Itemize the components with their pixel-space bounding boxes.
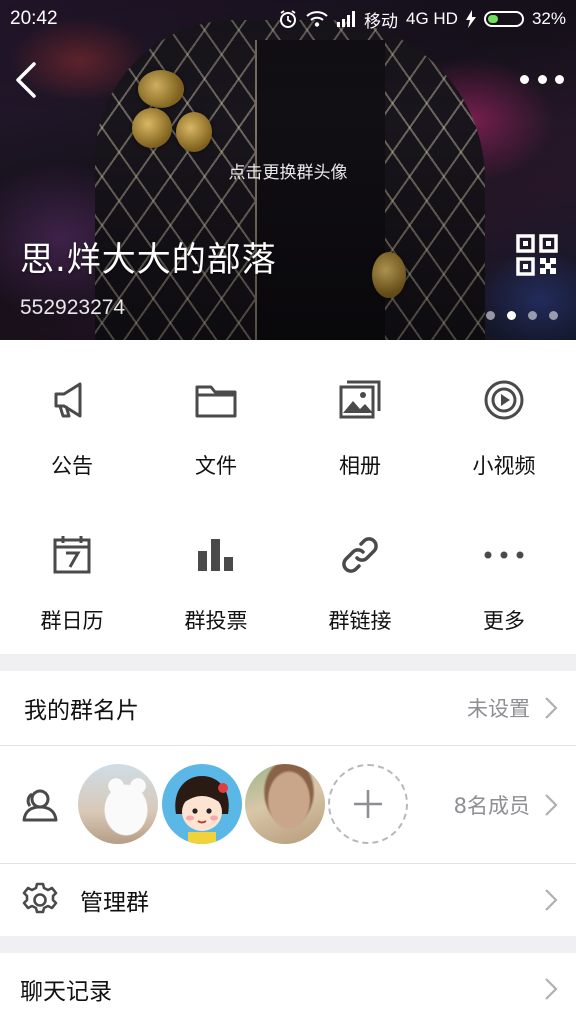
feature-label: 群日历 [40, 609, 104, 633]
cartoon-girl-avatar [175, 776, 229, 844]
battery-icon [483, 11, 524, 27]
wifi-icon [306, 11, 328, 27]
feature-more[interactable]: 更多 [432, 497, 576, 654]
short-video-icon [484, 380, 524, 420]
chevron-right-icon [545, 977, 558, 1000]
more-dots-icon [484, 551, 524, 559]
feature-label: 公告 [51, 454, 93, 478]
chat-history-row[interactable]: 聊天记录 [0, 953, 576, 1024]
back-icon[interactable] [10, 60, 44, 100]
my-group-card-value: 未设置 [467, 697, 530, 721]
members-count: 8名成员 [453, 793, 530, 818]
feature-label: 相册 [339, 454, 381, 478]
my-group-card-label: 我的群名片 [24, 698, 139, 724]
group-id: 552923274 [20, 296, 126, 319]
feature-label: 小视频 [472, 454, 536, 478]
add-member-button[interactable] [328, 764, 408, 844]
page-dot [528, 311, 537, 320]
plus-icon [354, 790, 382, 818]
manage-group-row[interactable]: 管理群 [0, 864, 576, 936]
calendar-icon [53, 536, 91, 574]
gear-icon [22, 882, 58, 914]
members-icon [22, 789, 58, 821]
feature-label: 群链接 [328, 609, 392, 633]
more-icon[interactable] [520, 66, 564, 92]
announcement-icon [54, 382, 82, 418]
status-indicators: 移动 4G HD 32% [278, 7, 566, 32]
feature-short-video[interactable]: 小视频 [432, 340, 576, 497]
group-cover[interactable]: 20:42 移动 4G HD 32% 点击更换群头像 思.烊大大的部落 5529… [0, 0, 576, 340]
battery-percent: 32% [531, 9, 566, 28]
feature-calendar[interactable]: 群日历 [0, 497, 144, 654]
feature-grid: 公告 文件 相册 小视频 群日历 群投票 群链接 更多 [0, 340, 576, 654]
feature-vote[interactable]: 群投票 [144, 497, 288, 654]
manage-group-label: 管理群 [80, 890, 149, 916]
feature-announcement[interactable]: 公告 [0, 340, 144, 497]
member-avatar[interactable] [245, 764, 325, 844]
member-avatar[interactable] [162, 764, 242, 844]
feature-files[interactable]: 文件 [144, 340, 288, 497]
my-group-card-row[interactable]: 我的群名片 未设置 [0, 671, 576, 745]
vote-icon [198, 539, 233, 571]
network-label: 4G HD [406, 9, 458, 28]
status-bar: 20:42 移动 4G HD 32% [0, 0, 576, 38]
chevron-right-icon [545, 889, 558, 911]
carrier-label: 移动 [364, 11, 398, 31]
feature-link[interactable]: 群链接 [288, 497, 432, 654]
album-icon [339, 380, 381, 419]
chat-history-label: 聊天记录 [20, 978, 112, 1005]
cover-page-dots [486, 311, 558, 320]
group-name: 思.烊大大的部落 [20, 240, 277, 280]
chevron-right-icon [545, 793, 558, 816]
qr-code-icon[interactable] [516, 234, 558, 276]
link-icon [342, 537, 378, 573]
feature-album[interactable]: 相册 [288, 340, 432, 497]
status-time: 20:42 [10, 8, 58, 29]
change-avatar-hint[interactable]: 点击更换群头像 [0, 158, 576, 183]
member-avatar[interactable] [78, 764, 158, 844]
feature-label: 文件 [195, 454, 237, 478]
charging-icon [465, 10, 476, 28]
page-dot-active [507, 311, 516, 320]
page-dot [486, 311, 495, 320]
signal-icon [337, 11, 355, 27]
alarm-icon [280, 10, 296, 28]
page-dot [549, 311, 558, 320]
folder-icon [195, 385, 237, 418]
feature-label: 更多 [483, 609, 525, 633]
chevron-right-icon [545, 697, 558, 719]
feature-label: 群投票 [184, 609, 248, 633]
